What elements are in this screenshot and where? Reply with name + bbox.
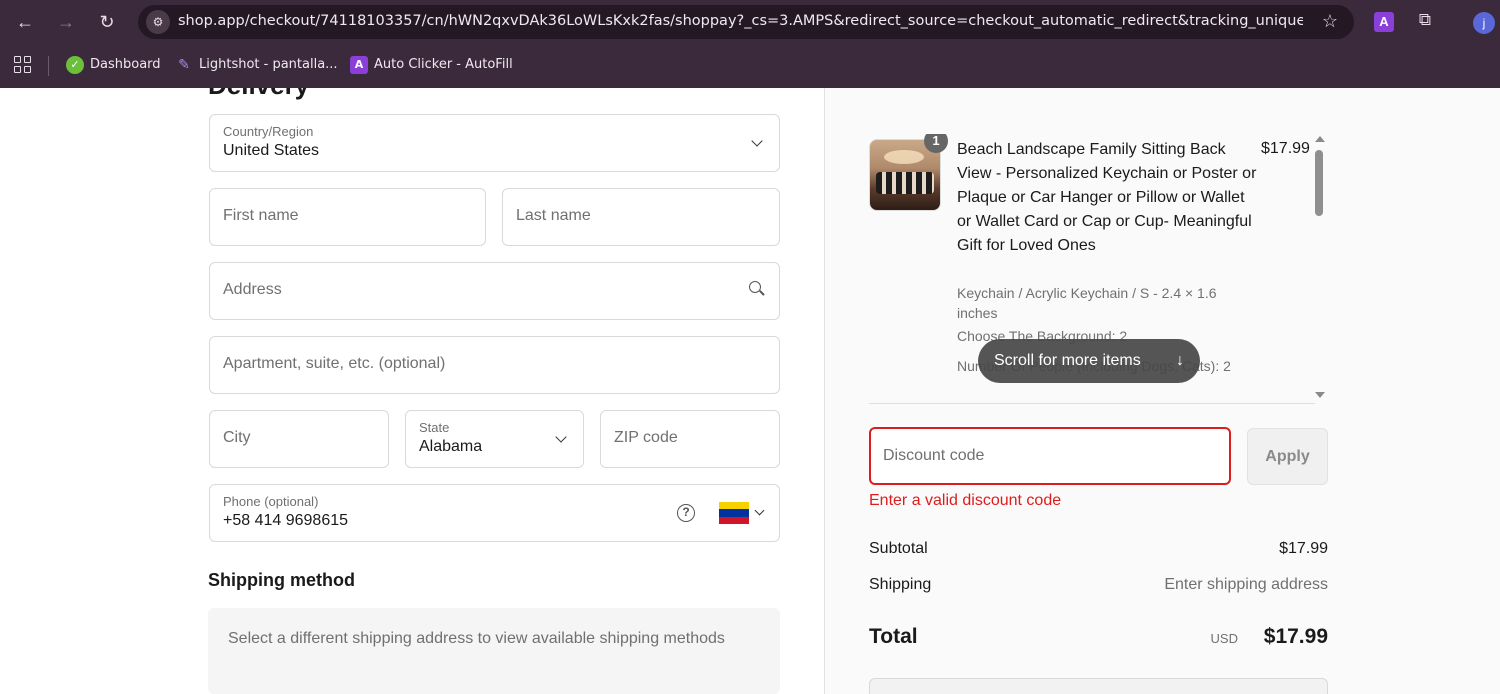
chevron-down-icon[interactable]: [754, 505, 765, 516]
order-summary-pane: 1 Beach Landscape Family Sitting Back Vi…: [824, 88, 1500, 694]
shipping-method-notice: Select a different shipping address to v…: [208, 608, 780, 694]
address-placeholder: Address: [223, 281, 282, 298]
last-name-placeholder: Last name: [516, 207, 591, 224]
bookmark-label: Lightshot - pantalla...: [199, 57, 338, 72]
site-settings-icon[interactable]: ⚙: [146, 10, 170, 34]
zip-placeholder: ZIP code: [614, 429, 678, 446]
state-value: Alabama: [419, 438, 483, 455]
cart-scrollbar[interactable]: [1313, 134, 1325, 400]
quantity-badge: 1: [924, 134, 948, 153]
feather-icon: ✎: [178, 56, 190, 73]
chevron-down-icon: [751, 135, 763, 147]
country-label: Country/Region: [223, 124, 314, 139]
scrollbar-thumb[interactable]: [1315, 150, 1323, 216]
delivery-heading: Delivery: [208, 88, 309, 101]
browser-toolbar: ← → ↻ ⚙ shop.app/checkout/74118103357/cn…: [0, 0, 1500, 44]
venezuela-flag-icon[interactable]: [719, 502, 749, 524]
product-price: $17.99: [1261, 140, 1310, 157]
product-title: Beach Landscape Family Sitting Back View…: [957, 141, 1257, 254]
bookmarks-separator: [48, 56, 49, 76]
bookmark-star-icon[interactable]: ☆: [1322, 11, 1338, 32]
last-name-field[interactable]: Last name: [502, 188, 780, 246]
arrow-down-icon: ↓: [1176, 352, 1184, 369]
apply-button[interactable]: Apply: [1247, 428, 1328, 485]
discount-placeholder: Discount code: [883, 447, 985, 464]
checkout-form-pane: Delivery Country/Region United States Fi…: [0, 88, 824, 694]
first-name-field[interactable]: First name: [209, 188, 486, 246]
shipping-value: Enter shipping address: [1164, 576, 1328, 593]
bookmark-label: Auto Clicker - AutoFill: [374, 57, 513, 72]
chevron-down-icon: [555, 431, 567, 443]
search-icon: [749, 281, 765, 297]
zip-field[interactable]: ZIP code: [600, 410, 780, 468]
profile-avatar[interactable]: j: [1473, 12, 1495, 34]
city-field[interactable]: City: [209, 410, 389, 468]
total-row: Total USD $17.99: [869, 625, 1328, 655]
product-variant: Keychain / Acrylic Keychain / S - 2.4 × …: [957, 285, 1217, 321]
dashboard-icon: ✓: [66, 55, 84, 74]
scroll-for-more-items-button[interactable]: Scroll for more items ↓: [978, 339, 1200, 383]
thumbnail-sun: [884, 150, 924, 164]
shipping-method-message: Select a different shipping address to v…: [228, 630, 725, 647]
shipping-row: Shipping Enter shipping address: [869, 576, 1328, 600]
extensions-puzzle-icon[interactable]: ⧉: [1414, 10, 1436, 32]
shipping-method-heading: Shipping method: [208, 570, 355, 590]
address-bar[interactable]: ⚙ shop.app/checkout/74118103357/cn/hWN2q…: [138, 5, 1354, 39]
discount-error-message: Enter a valid discount code: [869, 492, 1062, 509]
bookmark-lightshot[interactable]: ✎ Lightshot - pantalla...: [175, 55, 338, 77]
state-label: State: [419, 420, 450, 435]
apartment-placeholder: Apartment, suite, etc. (optional): [223, 355, 446, 372]
next-section-box: [869, 678, 1328, 694]
subtotal-label: Subtotal: [869, 540, 928, 557]
shipping-label: Shipping: [869, 576, 932, 593]
total-label: Total: [869, 625, 918, 648]
auto-clicker-extension-icon[interactable]: A: [1374, 12, 1394, 32]
bookmark-label: Dashboard: [90, 57, 161, 72]
subtotal-value: $17.99: [1279, 540, 1328, 557]
phone-value: +58 414 9698615: [223, 512, 349, 529]
total-value: $17.99: [1263, 625, 1328, 648]
phone-field[interactable]: Phone (optional) +58 414 9698615 ?: [209, 484, 780, 542]
discount-code-field[interactable]: Discount code: [869, 427, 1231, 485]
bookmark-dashboard[interactable]: ✓ Dashboard: [66, 55, 161, 77]
first-name-placeholder: First name: [223, 207, 299, 224]
auto-clicker-icon: A: [350, 55, 368, 74]
thumbnail-figures: [876, 172, 934, 194]
city-placeholder: City: [223, 429, 251, 446]
bookmark-auto-clicker[interactable]: A Auto Clicker - AutoFill: [350, 55, 513, 77]
divider: [869, 403, 1315, 404]
subtotal-row: Subtotal $17.99: [869, 540, 1328, 564]
apps-grid-icon[interactable]: [14, 56, 32, 74]
back-arrow-icon[interactable]: ←: [13, 10, 37, 34]
bookmarks-bar: ✓ Dashboard ✎ Lightshot - pantalla... A Aut…: [0, 44, 1500, 88]
country-value: United States: [223, 142, 320, 159]
forward-arrow-icon[interactable]: →: [54, 10, 78, 34]
country-select[interactable]: Country/Region United States: [209, 114, 780, 172]
phone-label: Phone (optional): [223, 494, 319, 509]
url-text[interactable]: shop.app/checkout/74118103357/cn/hWN2qxv…: [178, 13, 1303, 29]
apartment-field[interactable]: Apartment, suite, etc. (optional): [209, 336, 780, 394]
currency-code: USD: [1210, 631, 1238, 646]
help-circle-icon[interactable]: ?: [677, 504, 695, 522]
scroll-down-arrow-icon[interactable]: [1315, 392, 1325, 398]
reload-icon[interactable]: ↻: [95, 10, 119, 34]
scroll-up-arrow-icon[interactable]: [1315, 136, 1325, 142]
scroll-hint-label: Scroll for more items: [994, 352, 1141, 369]
state-select[interactable]: State Alabama: [405, 410, 584, 468]
address-field[interactable]: Address: [209, 262, 780, 320]
